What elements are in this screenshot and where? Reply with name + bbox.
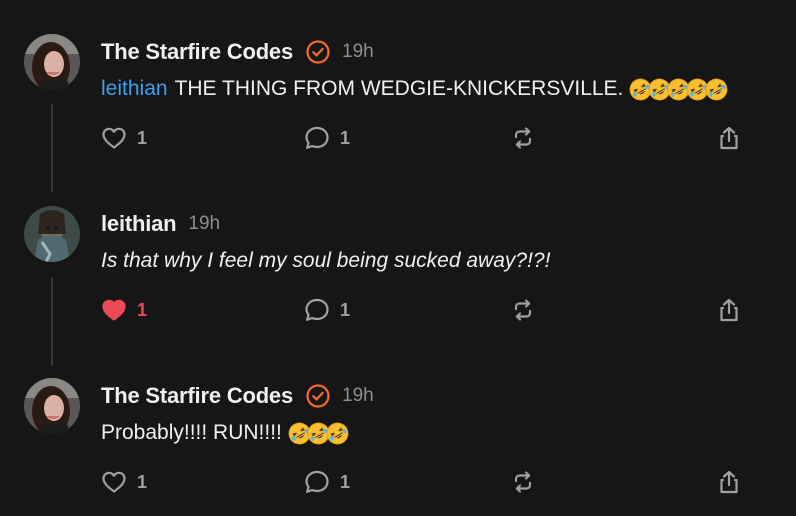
- verified-check-badge-icon: [306, 40, 330, 64]
- share-button[interactable]: [717, 462, 741, 502]
- post-body: Probably!!!! RUN!!!!: [101, 418, 349, 448]
- repost-icon: [514, 127, 532, 149]
- author-name[interactable]: The Starfire Codes: [101, 39, 293, 65]
- repost-button[interactable]: [511, 462, 535, 502]
- post-body: leithian THE THING FROM WEDGIE-KNICKERSV…: [101, 74, 728, 104]
- avatar[interactable]: [24, 206, 80, 262]
- post-text: Probably!!!! RUN!!!!: [101, 421, 282, 444]
- speech-bubble-icon: [305, 470, 329, 493]
- heart-icon: [102, 471, 126, 493]
- author-name[interactable]: leithian: [101, 211, 177, 237]
- post-2[interactable]: leithian 19h Is that why I feel my soul …: [0, 206, 796, 366]
- emoji-group: [288, 422, 349, 445]
- verified-check-badge-icon: [306, 384, 330, 408]
- heart-icon: [102, 127, 126, 149]
- avatar[interactable]: [24, 378, 80, 434]
- repost-button[interactable]: [511, 118, 535, 158]
- speech-bubble-icon: [305, 298, 329, 321]
- action-bar: 1 1: [0, 462, 796, 502]
- timestamp[interactable]: 19h: [342, 41, 374, 63]
- share-button[interactable]: [717, 118, 741, 158]
- post-header: The Starfire Codes 19h: [101, 38, 374, 66]
- post-body: Is that why I feel my soul being sucked …: [101, 246, 550, 276]
- reply-button[interactable]: 1: [304, 462, 350, 502]
- post-text: THE THING FROM WEDGIE-KNICKERSVILLE.: [174, 77, 624, 100]
- like-button[interactable]: 1: [101, 290, 147, 330]
- mention-link[interactable]: leithian: [101, 74, 168, 104]
- emoji-group: [629, 78, 728, 101]
- share-icon: [720, 298, 738, 322]
- action-bar: 1 1: [0, 290, 796, 330]
- timestamp[interactable]: 19h: [188, 213, 220, 235]
- timestamp[interactable]: 19h: [342, 385, 374, 407]
- like-count: 1: [137, 299, 148, 320]
- heart-icon: [102, 299, 126, 321]
- post-header: The Starfire Codes 19h: [101, 382, 374, 410]
- author-name[interactable]: The Starfire Codes: [101, 383, 293, 409]
- avatar[interactable]: [24, 34, 80, 90]
- speech-bubble-icon: [305, 126, 329, 149]
- post-3[interactable]: The Starfire Codes 19h Probably!!!! RUN!…: [0, 378, 796, 508]
- repost-button[interactable]: [511, 290, 535, 330]
- share-button[interactable]: [717, 290, 741, 330]
- share-icon: [720, 126, 738, 150]
- rolling-on-floor-laughing-emoji: [705, 78, 728, 100]
- post-header: leithian 19h: [101, 210, 220, 238]
- repost-icon: [514, 299, 532, 321]
- like-count: 1: [137, 127, 148, 148]
- reply-button[interactable]: 1: [304, 118, 350, 158]
- post-1[interactable]: The Starfire Codes 19h leithian THE THIN…: [0, 34, 796, 192]
- share-icon: [720, 470, 738, 494]
- reply-count: 1: [340, 471, 351, 492]
- repost-icon: [514, 471, 532, 493]
- action-bar: 1 1: [0, 118, 796, 158]
- reply-count: 1: [340, 127, 351, 148]
- rolling-on-floor-laughing-emoji: [326, 422, 349, 444]
- like-button[interactable]: 1: [101, 462, 147, 502]
- reply-button[interactable]: 1: [304, 290, 350, 330]
- reply-count: 1: [340, 299, 351, 320]
- like-count: 1: [137, 471, 148, 492]
- like-button[interactable]: 1: [101, 118, 147, 158]
- post-text: Is that why I feel my soul being sucked …: [101, 249, 551, 272]
